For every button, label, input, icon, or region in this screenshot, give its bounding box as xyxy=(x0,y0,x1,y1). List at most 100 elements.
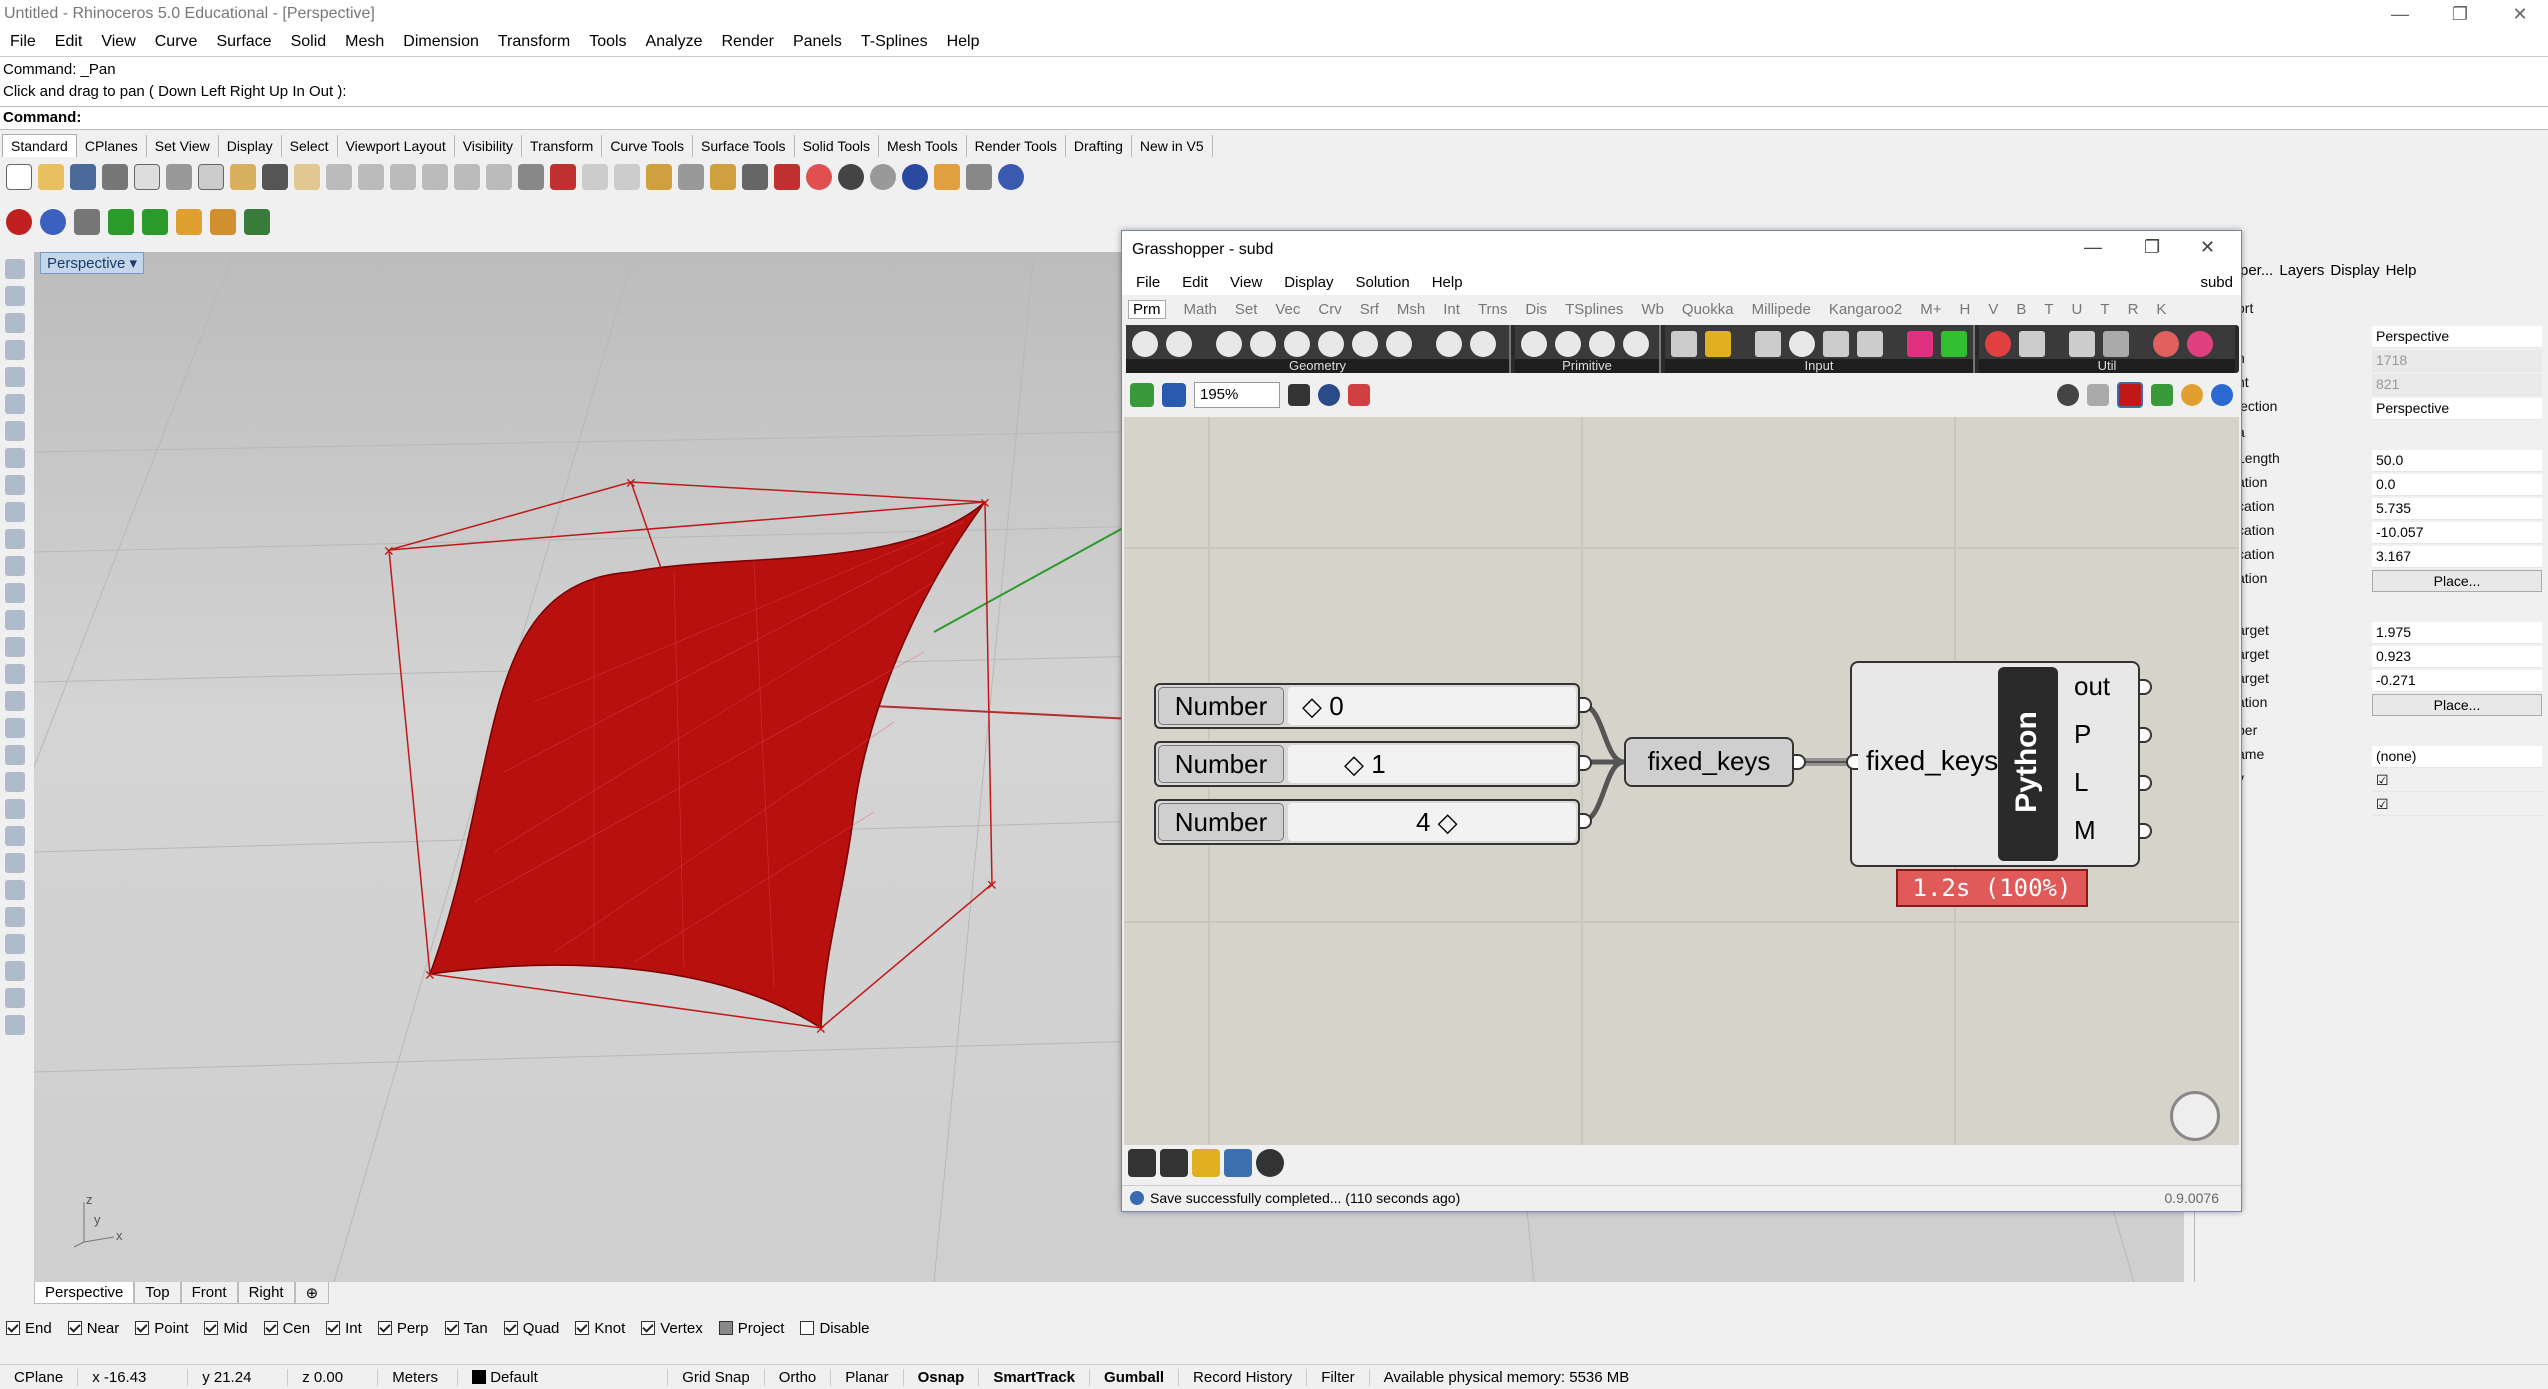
menu-tools[interactable]: Tools xyxy=(581,33,637,51)
box-icon[interactable] xyxy=(5,583,25,603)
osnap-tan[interactable]: Tan xyxy=(444,1320,488,1337)
gh-tab-k[interactable]: K xyxy=(2156,301,2166,318)
gh-tab-math[interactable]: Math xyxy=(1184,301,1217,318)
prop-y-target[interactable]: 0.923 xyxy=(2372,646,2542,668)
prop-gray-checkbox[interactable]: ☑ xyxy=(2372,794,2542,816)
checkbox-icon[interactable] xyxy=(444,1320,459,1335)
osnap-near[interactable]: Near xyxy=(67,1320,119,1337)
menu-transform[interactable]: Transform xyxy=(490,33,581,51)
gh-menu-view[interactable]: View xyxy=(1230,274,1262,291)
offset-icon[interactable] xyxy=(5,880,25,900)
bottom-tool-icon[interactable] xyxy=(1128,1149,1156,1177)
blue-sphere-icon[interactable] xyxy=(40,209,66,235)
viewport-tab-front[interactable]: Front xyxy=(180,1282,238,1304)
gh-tab-wb[interactable]: Wb xyxy=(1641,301,1664,318)
tab-standard[interactable]: Standard xyxy=(2,134,77,157)
gh-tab-kangaroo2[interactable]: Kangaroo2 xyxy=(1829,301,1902,318)
points-icon[interactable] xyxy=(646,164,672,190)
checkbox-icon[interactable] xyxy=(263,1320,278,1335)
zoom-selected-icon[interactable] xyxy=(454,164,480,190)
osnap-end[interactable]: End xyxy=(6,1320,52,1337)
flag-icon[interactable] xyxy=(934,164,960,190)
tab-new-in-v5[interactable]: New in V5 xyxy=(1132,135,1213,157)
osnap-perp[interactable]: Perp xyxy=(377,1320,429,1337)
tab-viewport-layout[interactable]: Viewport Layout xyxy=(338,135,455,157)
osnap-vertex[interactable]: Vertex xyxy=(641,1320,703,1337)
tab-render-tools[interactable]: Render Tools xyxy=(967,135,1066,157)
osnap-cen[interactable]: Cen xyxy=(263,1320,310,1337)
param-icon[interactable] xyxy=(1318,331,1344,357)
param-icon[interactable] xyxy=(1436,331,1462,357)
record-history-toggle[interactable]: Record History xyxy=(1179,1368,1308,1386)
number-slider-value[interactable]: ◇ 0 xyxy=(1288,687,1576,725)
viewport-layout-icon[interactable] xyxy=(518,164,544,190)
point-icon[interactable] xyxy=(5,286,25,306)
osnap-point[interactable]: Point xyxy=(135,1320,188,1337)
explode-icon[interactable] xyxy=(5,826,25,846)
bottom-tool-icon[interactable] xyxy=(1192,1149,1220,1177)
select-icon[interactable] xyxy=(582,164,608,190)
shaded-preview-icon[interactable] xyxy=(2117,382,2143,408)
export-icon[interactable] xyxy=(134,164,160,190)
param-icon[interactable] xyxy=(1386,331,1412,357)
open-document-icon[interactable] xyxy=(1130,383,1154,407)
tab-display[interactable]: Display xyxy=(219,135,282,157)
options-icon[interactable] xyxy=(710,164,736,190)
prop-wallpaper-name[interactable]: (none) xyxy=(2372,746,2542,768)
polyline-icon[interactable] xyxy=(5,313,25,333)
sphere-preview-icon[interactable] xyxy=(2211,384,2233,406)
menu-help[interactable]: Help xyxy=(939,33,991,51)
menu-panels[interactable]: Panels xyxy=(785,33,853,51)
tab-set-view[interactable]: Set View xyxy=(147,135,219,157)
save-document-icon[interactable] xyxy=(1162,383,1186,407)
gh-tab-b[interactable]: B xyxy=(2016,301,2026,318)
viewport-tab-top[interactable]: Top xyxy=(134,1282,181,1304)
input-icon[interactable] xyxy=(1671,331,1697,357)
input-icon[interactable] xyxy=(1907,331,1933,357)
more-tools-icon[interactable] xyxy=(5,1015,25,1035)
tab-mesh-tools[interactable]: Mesh Tools xyxy=(879,135,967,157)
extrude-icon[interactable] xyxy=(5,664,25,684)
python-input-port[interactable] xyxy=(1846,754,1858,770)
zoom-icon[interactable] xyxy=(358,164,384,190)
param-icon[interactable] xyxy=(1589,331,1615,357)
tab-transform[interactable]: Transform xyxy=(522,135,603,157)
help-icon[interactable] xyxy=(998,164,1024,190)
maximize-button[interactable]: ❐ xyxy=(2430,0,2490,28)
curve-icon[interactable] xyxy=(5,340,25,360)
prop-lens-length[interactable]: 50.0 xyxy=(2372,450,2542,472)
select-arrow-icon[interactable] xyxy=(5,259,25,279)
checkbox-icon[interactable] xyxy=(326,1320,341,1335)
new-file-icon[interactable] xyxy=(6,164,32,190)
arrow-right-icon[interactable] xyxy=(2103,331,2129,357)
gh-maximize-button[interactable]: ❐ xyxy=(2144,237,2160,258)
save-icon[interactable] xyxy=(70,164,96,190)
checkbox-icon[interactable] xyxy=(718,1320,733,1335)
flask-icon[interactable] xyxy=(2187,331,2213,357)
checkbox-icon[interactable] xyxy=(6,1320,20,1335)
add-viewport-tab-icon[interactable]: ⊕ xyxy=(294,1282,330,1304)
checkbox-icon[interactable] xyxy=(204,1320,219,1335)
preview-icon[interactable] xyxy=(2057,384,2079,406)
input-icon[interactable] xyxy=(1857,331,1883,357)
circle-icon[interactable] xyxy=(5,367,25,387)
prop-title[interactable]: Perspective xyxy=(2372,326,2542,348)
number-slider-value[interactable]: ◇ 1 xyxy=(1288,745,1576,783)
gh-menu-help[interactable]: Help xyxy=(1432,274,1463,291)
gh-minimize-button[interactable]: — xyxy=(2084,237,2102,258)
paste-icon[interactable] xyxy=(230,164,256,190)
gh-tab-u[interactable]: U xyxy=(2072,301,2083,318)
input-icon[interactable] xyxy=(1823,331,1849,357)
input-icon[interactable] xyxy=(1941,331,1967,357)
dimension-icon[interactable] xyxy=(5,718,25,738)
prop-z-location[interactable]: 3.167 xyxy=(2372,546,2542,568)
sketch-icon[interactable] xyxy=(1348,384,1370,406)
tools-icon[interactable] xyxy=(966,164,992,190)
zoom-dropdown[interactable]: 195% xyxy=(1194,382,1280,408)
menu-analyze[interactable]: Analyze xyxy=(638,33,714,51)
filter-toggle[interactable]: Filter xyxy=(1307,1368,1370,1386)
param-icon[interactable] xyxy=(1284,331,1310,357)
undo-view-icon[interactable] xyxy=(486,164,512,190)
checkbox-icon[interactable] xyxy=(135,1320,150,1335)
input-icon[interactable] xyxy=(1789,331,1815,357)
